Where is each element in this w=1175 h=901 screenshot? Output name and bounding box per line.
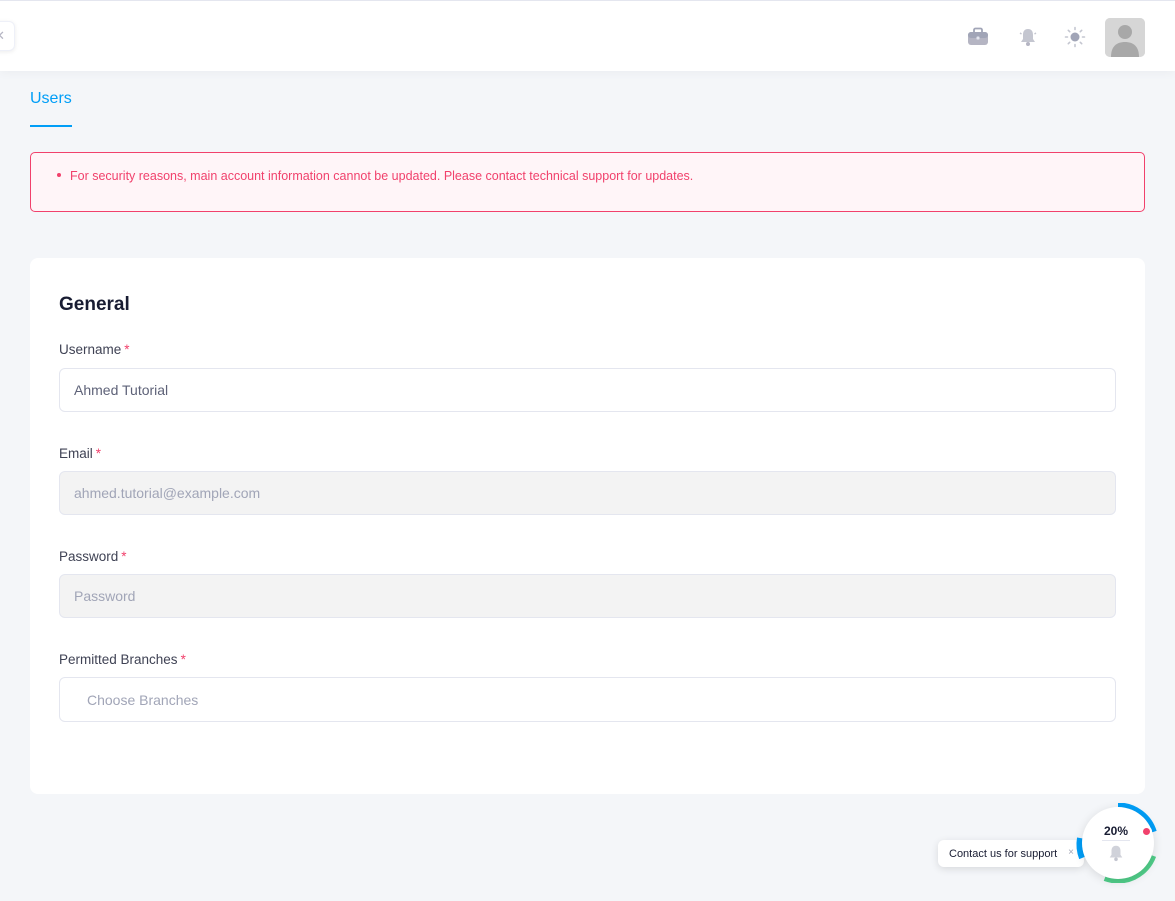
close-icon: ✕ [0, 28, 5, 44]
password-label: Password * [59, 549, 127, 564]
alert-message: For security reasons, main account infor… [70, 169, 694, 183]
bell-icon [1019, 29, 1037, 46]
theme-toggle-button[interactable] [1060, 22, 1090, 52]
sidebar-toggle-button[interactable]: ✕ [0, 21, 15, 51]
required-mark: * [124, 342, 130, 357]
contact-support-button[interactable]: Contact us for support × [938, 840, 1084, 867]
security-alert: For security reasons, main account infor… [30, 152, 1145, 212]
email-label: Email * [59, 446, 102, 461]
briefcase-button[interactable] [963, 22, 993, 52]
branches-label: Permitted Branches * [59, 652, 186, 667]
sun-icon [1064, 26, 1086, 48]
tab-active-indicator [30, 125, 72, 127]
username-label: Username * [59, 342, 130, 357]
required-mark: * [121, 549, 127, 564]
required-mark: * [180, 652, 186, 667]
card-title: General [59, 294, 130, 315]
username-input[interactable]: Ahmed Tutorial [59, 368, 1116, 412]
support-progress-button[interactable] [1082, 807, 1154, 879]
notifications-button[interactable] [1013, 22, 1043, 52]
user-icon [1105, 18, 1145, 57]
progress-percent: 20% [1103, 824, 1129, 838]
divider [1102, 840, 1130, 841]
top-header: ✕ [0, 0, 1175, 71]
bell-icon [1109, 845, 1123, 862]
briefcase-icon [968, 27, 988, 45]
support-label: Contact us for support [949, 847, 1058, 860]
notification-dot [1141, 826, 1152, 837]
tab-users[interactable]: Users [30, 90, 72, 108]
email-field[interactable]: ahmed.tutorial@example.com [59, 471, 1116, 515]
avatar[interactable] [1105, 18, 1145, 57]
general-form-card: General Username * Ahmed Tutorial Email * … [30, 258, 1145, 794]
branches-select[interactable]: Choose Branches [59, 677, 1116, 722]
password-field[interactable]: Password [59, 574, 1116, 618]
bullet-icon [57, 172, 61, 177]
required-mark: * [95, 446, 102, 461]
